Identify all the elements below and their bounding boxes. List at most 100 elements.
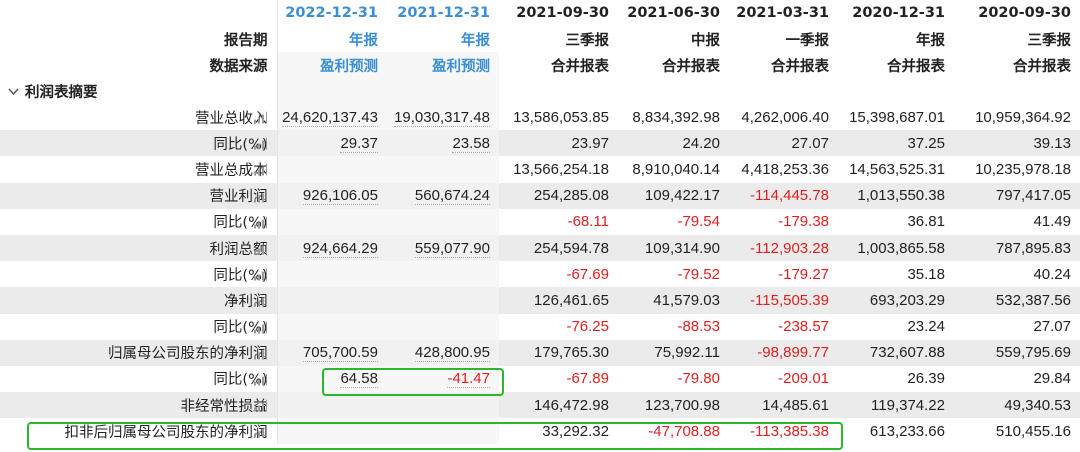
col-type: 三季报 — [1027, 32, 1072, 49]
cell-value — [387, 418, 499, 445]
cell-value-text: 532,387.56 — [995, 291, 1071, 309]
cell-value: 428,800.95 — [387, 339, 499, 366]
cell-value-text: 126,461.65 — [533, 291, 609, 309]
cell-value: 29.37 — [277, 130, 387, 157]
col-date[interactable]: 2021-09-30 — [499, 0, 618, 26]
cell-value: 75,992.11 — [618, 339, 729, 366]
cell-value-text: 27.07 — [791, 134, 829, 152]
col-date[interactable]: 2020-12-31 — [838, 0, 954, 26]
cell-value-text: 10,959,364.92 — [975, 108, 1071, 126]
cell-value — [387, 313, 499, 340]
bar-chart-icon[interactable] — [253, 242, 267, 255]
cell-value-text: 8,910,040.14 — [632, 160, 720, 178]
col-date[interactable]: 2020-09-30 — [954, 0, 1080, 26]
cell-value: 14,485.61 — [729, 392, 838, 419]
bar-chart-icon[interactable] — [253, 321, 267, 334]
table-row[interactable]: 非经常性损益 146,472.98 123,700.98 14,485.61 119,3… — [0, 392, 1080, 419]
cell-value: 40.24 — [954, 261, 1080, 287]
cell-value: 254,594.78 — [499, 234, 618, 262]
col-source: 合并报表 — [771, 58, 829, 75]
bar-chart-icon[interactable] — [253, 216, 267, 229]
cell-value — [277, 156, 387, 183]
cell-value: 613,233.66 — [838, 418, 954, 444]
cell-value-text: 13,586,053.85 — [513, 108, 609, 126]
cell-value: 109,314.90 — [618, 234, 729, 262]
table-row[interactable]: 营业总成本 13,566,254.18 8,910,040.14 4,418,253.… — [0, 156, 1080, 183]
cell-value: 24,620,137.43 — [277, 104, 387, 131]
table-row[interactable]: 利润总额 924,664.29 559,077.90 254,594.78 109,31… — [0, 234, 1080, 262]
table-row[interactable]: 归属母公司股东的净利润 705,700.59 428,800.95 179,765.3… — [0, 339, 1080, 366]
bar-chart-icon[interactable] — [253, 111, 267, 124]
cell-value: 109,422.17 — [618, 182, 729, 209]
col-type: 三季报 — [565, 32, 610, 49]
section-row[interactable]: 利润表摘要 — [0, 78, 1080, 104]
cell-value-text: 693,203.29 — [869, 291, 945, 309]
cell-value-text: -79.52 — [677, 265, 720, 283]
bar-chart-icon[interactable] — [253, 347, 267, 360]
cell-value: -79.80 — [618, 366, 729, 392]
row-label: 非经常性损益 — [0, 392, 278, 419]
cell-value-text: 146,472.98 — [533, 396, 609, 414]
table-row[interactable]: 同比(%) -76.25 -88.53 -238.57 23.24 27.07 — [0, 313, 1080, 340]
col-source: 合并报表 — [551, 58, 609, 75]
cell-value-text: -76.25 — [566, 318, 609, 336]
cell-value: 41,579.03 — [618, 287, 729, 314]
col-date[interactable]: 2021-03-31 — [729, 0, 838, 26]
bar-chart-icon[interactable] — [253, 268, 267, 281]
section-header[interactable]: 利润表摘要 — [0, 78, 278, 104]
table-row[interactable]: 营业利润 926,106.05 560,674.24 254,285.08 109,42… — [0, 182, 1080, 209]
cell-value-text: -67.69 — [566, 265, 609, 283]
table-row[interactable]: 同比(%) -68.11 -79.54 -179.38 36.81 41.49 — [0, 208, 1080, 235]
cell-value: 26.39 — [838, 366, 954, 392]
col-date[interactable]: 2022-12-31 — [277, 0, 387, 26]
cell-value: -115,505.39 — [729, 287, 838, 314]
bar-chart-icon[interactable] — [253, 399, 267, 412]
cell-value: 179,765.30 — [499, 339, 618, 366]
cell-value-text: 23.24 — [907, 318, 945, 336]
cell-value-text: -179.27 — [778, 265, 829, 283]
cell-value: -112,903.28 — [729, 234, 838, 262]
table-row[interactable]: 同比(%) -67.69 -79.52 -179.27 35.18 40.24 — [0, 261, 1080, 288]
cell-value: -98,899.77 — [729, 339, 838, 366]
table-row[interactable]: 净利润 126,461.65 41,579.03 -115,505.39 693,203… — [0, 287, 1080, 314]
cell-value: 924,664.29 — [277, 234, 387, 262]
row-label: 同比(%) — [0, 313, 278, 340]
cell-value: 19,030,317.48 — [387, 104, 499, 131]
bar-chart-icon[interactable] — [253, 425, 267, 438]
cell-value: 39.13 — [954, 130, 1080, 157]
bar-chart-icon[interactable] — [253, 373, 267, 386]
cell-value-text: 41.49 — [1033, 213, 1071, 231]
cell-value-text: 560,674.24 — [414, 187, 490, 206]
cell-value-text: 1,003,865.58 — [857, 239, 945, 257]
bar-chart-icon[interactable] — [253, 164, 267, 177]
bar-chart-icon[interactable] — [253, 190, 267, 203]
cell-value-text: -114,445.78 — [750, 187, 829, 205]
col-date[interactable]: 2021-06-30 — [618, 0, 729, 26]
cell-value-text: 23.58 — [452, 134, 490, 153]
col-date[interactable]: 2021-12-31 — [387, 0, 499, 26]
chevron-down-icon[interactable] — [8, 87, 19, 96]
col-type: 年报 — [349, 32, 378, 49]
cell-value: 36.81 — [838, 209, 954, 235]
cell-value-text: 36.81 — [907, 213, 945, 231]
cell-value: 64.58 — [277, 365, 387, 393]
cell-value: 37.25 — [838, 130, 954, 157]
cell-value: 560,674.24 — [387, 182, 499, 209]
cell-value-text: -98,899.77 — [757, 344, 829, 362]
cell-value: -67.69 — [499, 261, 618, 287]
row-label: 同比(%) — [0, 365, 278, 393]
cell-value-text: -179.38 — [778, 213, 829, 231]
table-row[interactable]: 营业总收入 24,620,137.43 19,030,317.48 13,586,05… — [0, 104, 1080, 131]
cell-value: 705,700.59 — [277, 339, 387, 366]
cell-value: 35.18 — [838, 261, 954, 287]
table-row[interactable]: 同比(%) 29.37 23.58 23.97 24.20 27.07 37.25 39.13 — [0, 130, 1080, 157]
header-blank — [0, 0, 278, 26]
bar-chart-icon[interactable] — [253, 137, 267, 150]
cell-value-text: -41.47 — [447, 370, 490, 389]
bar-chart-icon[interactable] — [253, 295, 267, 308]
cell-value-text: 123,700.98 — [644, 396, 720, 414]
cell-value: -238.57 — [729, 314, 838, 340]
cell-value-text: -115,505.39 — [750, 291, 829, 309]
table-row[interactable]: 同比(%) 64.58 -41.47 -67.89 -79.80 -209.01 26.39… — [0, 365, 1080, 393]
table-row[interactable]: 扣非后归属母公司股东的净利润 33,292.32 -47,708.88 -113,38… — [0, 418, 1080, 445]
